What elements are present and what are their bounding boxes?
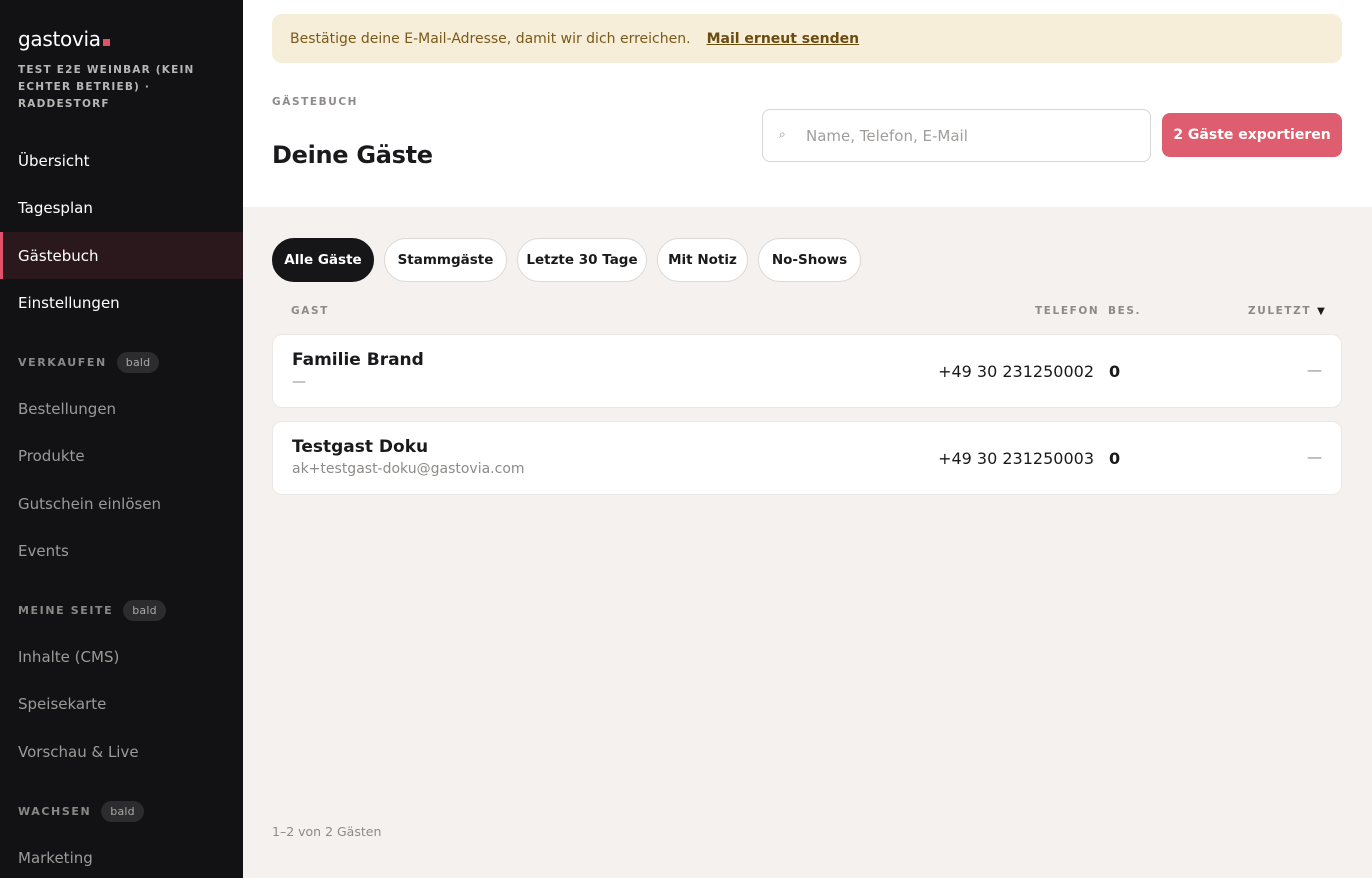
column-header-last-label: ZULETZT <box>1248 305 1312 317</box>
sidebar: gastovia TEST E2E WEINBAR (KEIN ECHTER B… <box>0 0 243 878</box>
export-guests-button[interactable]: 2 Gäste exportieren <box>1162 113 1342 157</box>
main-content: Bestätige deine E-Mail-Adresse, damit wi… <box>243 0 1372 878</box>
guest-last-visit: — <box>1307 448 1322 466</box>
search-box[interactable]: ⌕ <box>762 109 1151 162</box>
filter-chip-with-note[interactable]: Mit Notiz <box>657 238 748 282</box>
guest-visits: 0 <box>1109 362 1121 381</box>
brand-name: gastovia <box>18 27 101 51</box>
guest-name: Testgast Doku <box>292 437 429 457</box>
sidebar-item-speisekarte[interactable]: Speisekarte <box>0 680 243 727</box>
section-label-verkaufen: VERKAUFEN bald <box>18 352 160 373</box>
brand-dot-icon <box>102 39 110 46</box>
sidebar-item-gutschein[interactable]: Gutschein einlösen <box>0 480 243 527</box>
column-header-last[interactable]: ZULETZT ▼ <box>1248 305 1325 317</box>
sidebar-item-produkte[interactable]: Produkte <box>0 432 243 479</box>
table-row[interactable]: Testgast Doku ak+testgast-doku@gastovia.… <box>272 421 1342 495</box>
guest-visits: 0 <box>1109 449 1121 468</box>
sidebar-item-uebersicht[interactable]: Übersicht <box>0 137 243 184</box>
venue-name: TEST E2E WEINBAR (KEIN ECHTER BETRIEB) ·… <box>18 64 195 110</box>
filter-chip-all[interactable]: Alle Gäste <box>272 238 374 282</box>
guest-email: — <box>292 374 306 390</box>
sidebar-item-vorschau[interactable]: Vorschau & Live <box>0 728 243 775</box>
soon-badge: bald <box>116 352 160 373</box>
table-row[interactable]: Familie Brand — +49 30 231250002 0 — <box>272 334 1342 408</box>
email-verification-banner: Bestätige deine E-Mail-Adresse, damit wi… <box>272 14 1342 63</box>
guest-phone: +49 30 231250002 <box>938 362 1094 381</box>
sidebar-item-inhalte[interactable]: Inhalte (CMS) <box>0 633 243 680</box>
filter-chip-no-shows[interactable]: No-Shows <box>758 238 861 282</box>
guest-phone: +49 30 231250003 <box>938 449 1094 468</box>
soon-badge: bald <box>101 801 144 822</box>
sidebar-item-bestellungen[interactable]: Bestellungen <box>0 385 243 432</box>
pagination-info: 1–2 von 2 Gästen <box>272 824 382 839</box>
section-title: MEINE SEITE <box>18 604 114 617</box>
page-header: Bestätige deine E-Mail-Adresse, damit wi… <box>243 0 1372 207</box>
sort-desc-icon: ▼ <box>1317 306 1325 317</box>
guest-last-visit: — <box>1307 361 1322 379</box>
sidebar-item-einstellungen[interactable]: Einstellungen <box>0 279 243 326</box>
sidebar-item-marketing[interactable]: Marketing <box>0 834 243 878</box>
breadcrumb: GÄSTEBUCH <box>272 96 359 108</box>
sidebar-item-tagesplan[interactable]: Tagesplan <box>0 184 243 231</box>
resend-mail-link[interactable]: Mail erneut senden <box>707 31 860 47</box>
sidebar-item-gaestebuch[interactable]: Gästebuch <box>0 232 243 279</box>
page-title: Deine Gäste <box>272 141 433 169</box>
brand-logo[interactable]: gastovia <box>18 27 110 51</box>
guest-name: Familie Brand <box>292 350 424 370</box>
search-icon: ⌕ <box>779 127 786 141</box>
column-header-guest[interactable]: GAST <box>291 305 329 317</box>
filter-chip-regulars[interactable]: Stammgäste <box>384 238 507 282</box>
guest-email: ak+testgast-doku@gastovia.com <box>292 461 525 477</box>
section-title: WACHSEN <box>18 805 92 818</box>
section-label-wachsen: WACHSEN bald <box>18 801 144 822</box>
filter-chip-last-30-days[interactable]: Letzte 30 Tage <box>517 238 647 282</box>
banner-text: Bestätige deine E-Mail-Adresse, damit wi… <box>290 30 691 47</box>
column-header-phone[interactable]: TELEFON <box>1035 305 1099 317</box>
sidebar-item-events[interactable]: Events <box>0 527 243 574</box>
section-title: VERKAUFEN <box>18 356 107 369</box>
column-header-visits[interactable]: BES. <box>1108 305 1141 317</box>
soon-badge: bald <box>123 600 166 621</box>
search-input[interactable] <box>806 124 1136 148</box>
section-label-meine-seite: MEINE SEITE bald <box>18 600 166 621</box>
